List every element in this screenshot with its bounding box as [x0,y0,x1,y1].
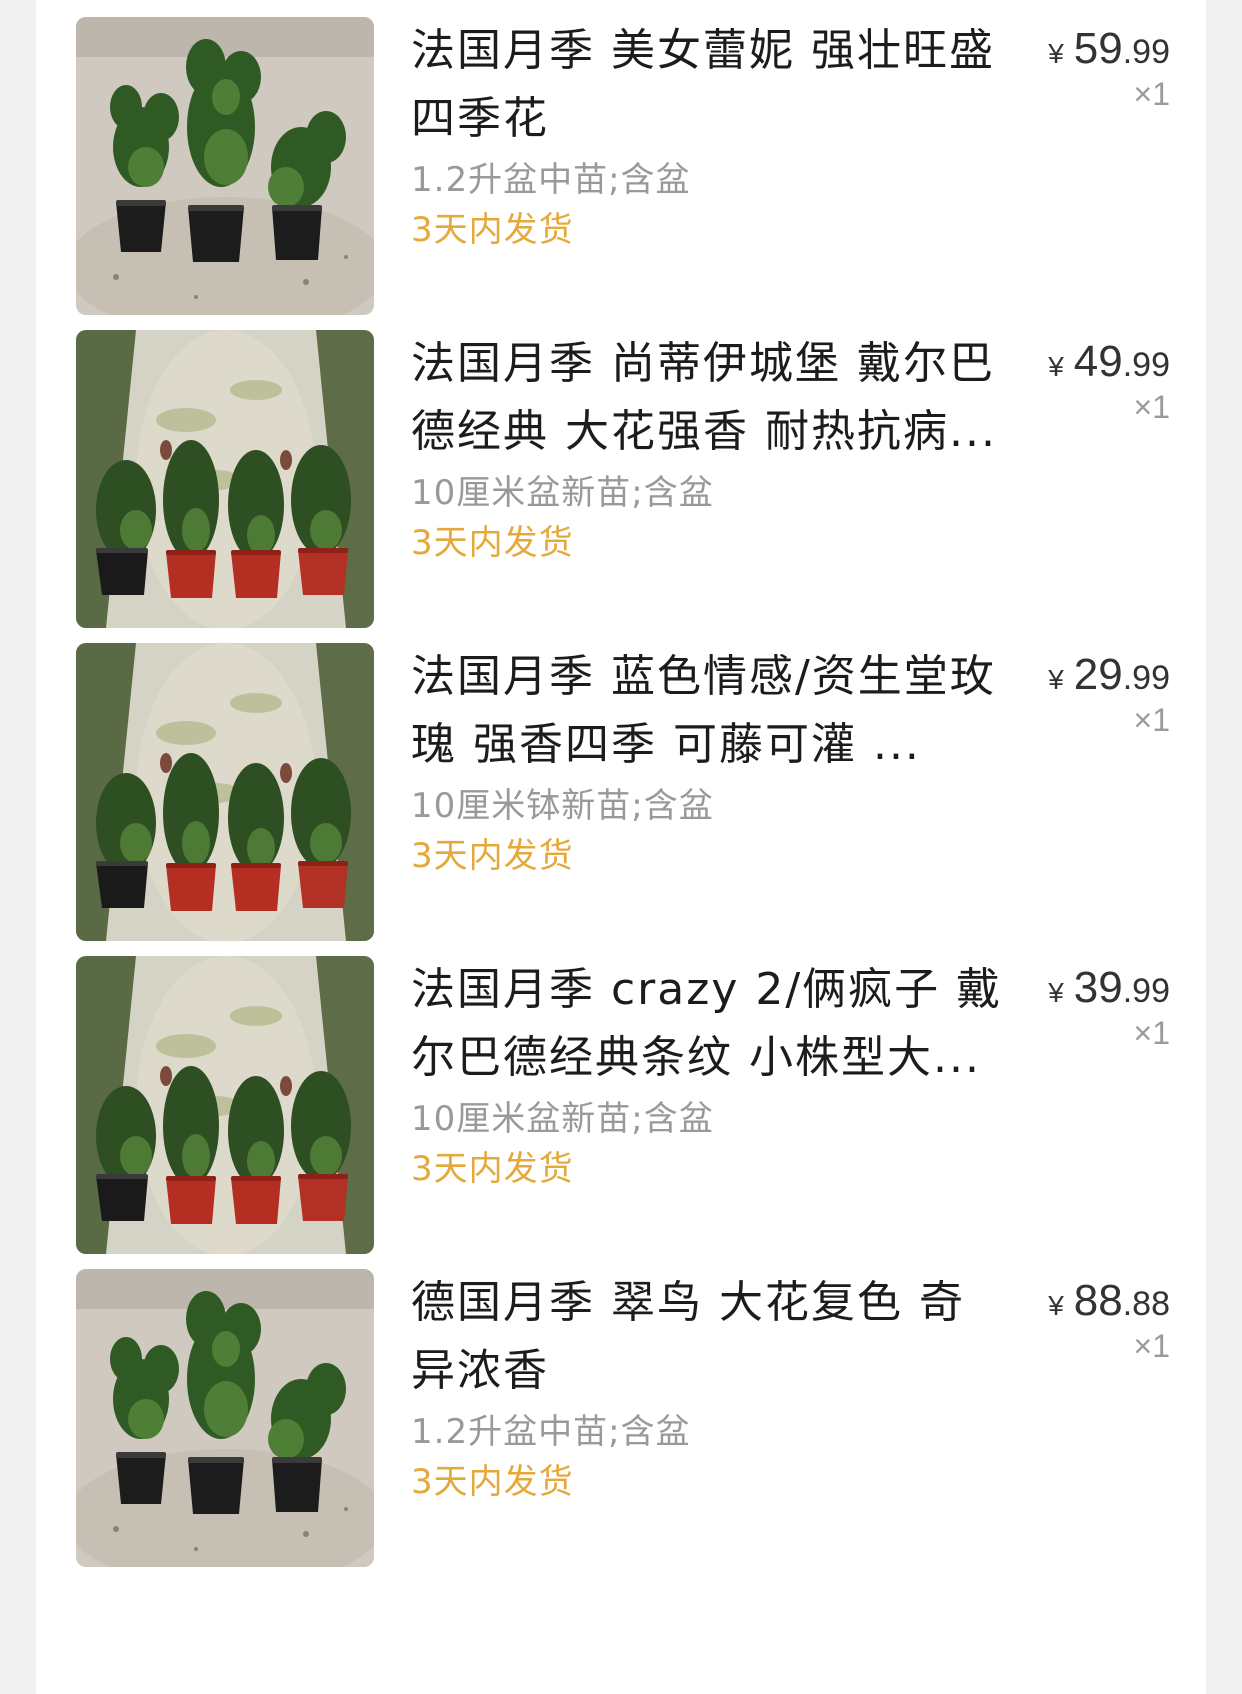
price-decimal: .99 [1122,346,1170,384]
product-spec: 10厘米盆新苗;含盆 [411,473,714,513]
currency-symbol: ¥ [1048,664,1064,695]
product-image[interactable] [76,330,374,628]
price-integer: 29 [1073,650,1123,699]
order-items-card: 法国月季 美女蕾妮 强壮旺盛 四季花 1.2升盆中苗;含盆 3天内发货 ¥59.… [36,0,1206,1694]
currency-symbol: ¥ [1048,977,1064,1008]
currency-symbol: ¥ [1048,38,1064,69]
currency-symbol: ¥ [1048,1290,1064,1321]
price-integer: 88 [1073,1276,1123,1325]
product-spec: 1.2升盆中苗;含盆 [411,1412,691,1452]
list-item[interactable]: 法国月季 crazy 2/俩疯子 戴尔巴德经典条纹 小株型大... 10厘米盆新… [36,939,1206,1277]
product-image[interactable] [76,643,374,941]
product-quantity: ×1 [1133,1015,1170,1051]
price-decimal: .99 [1122,659,1170,697]
currency-symbol: ¥ [1048,351,1064,382]
price-integer: 49 [1073,337,1123,386]
product-title[interactable]: 法国月季 美女蕾妮 强壮旺盛 四季花 [411,17,1006,153]
shipping-notice: 3天内发货 [411,836,574,876]
product-quantity: ×1 [1133,76,1170,112]
product-title[interactable]: 法国月季 crazy 2/俩疯子 戴尔巴德经典条纹 小株型大... [411,956,1006,1092]
shipping-notice: 3天内发货 [411,1462,574,1502]
price-decimal: .99 [1122,33,1170,71]
product-quantity: ×1 [1133,1328,1170,1364]
product-quantity: ×1 [1133,702,1170,738]
price-decimal: .99 [1122,972,1170,1010]
price-integer: 39 [1073,963,1123,1012]
shipping-notice: 3天内发货 [411,1149,574,1189]
product-title[interactable]: 法国月季 尚蒂伊城堡 戴尔巴德经典 大花强香 耐热抗病... [411,330,1006,466]
list-item[interactable]: 法国月季 美女蕾妮 强壮旺盛 四季花 1.2升盆中苗;含盆 3天内发货 ¥59.… [36,0,1206,338]
list-item[interactable]: 法国月季 蓝色情感/资生堂玫瑰 强香四季 可藤可灌 ... 10厘米钵新苗;含盆… [36,626,1206,964]
product-spec: 10厘米盆新苗;含盆 [411,1099,714,1139]
product-spec: 10厘米钵新苗;含盆 [411,786,714,826]
list-item[interactable]: 法国月季 尚蒂伊城堡 戴尔巴德经典 大花强香 耐热抗病... 10厘米盆新苗;含… [36,313,1206,651]
product-image[interactable] [76,17,374,315]
price-decimal: .88 [1122,1285,1170,1323]
product-price: ¥49.99 [1048,337,1170,387]
price-integer: 59 [1073,24,1123,73]
product-spec: 1.2升盆中苗;含盆 [411,160,691,200]
product-image[interactable] [76,956,374,1254]
product-price: ¥59.99 [1048,24,1170,74]
product-price: ¥39.99 [1048,963,1170,1013]
product-quantity: ×1 [1133,389,1170,425]
product-price: ¥88.88 [1048,1276,1170,1326]
shipping-notice: 3天内发货 [411,210,574,250]
product-title[interactable]: 德国月季 翠鸟 大花复色 奇异浓香 [411,1269,1006,1405]
product-image[interactable] [76,1269,374,1567]
product-title[interactable]: 法国月季 蓝色情感/资生堂玫瑰 强香四季 可藤可灌 ... [411,643,1006,779]
list-item[interactable]: 德国月季 翠鸟 大花复色 奇异浓香 1.2升盆中苗;含盆 3天内发货 ¥88.8… [36,1252,1206,1590]
shipping-notice: 3天内发货 [411,523,574,563]
product-price: ¥29.99 [1048,650,1170,700]
